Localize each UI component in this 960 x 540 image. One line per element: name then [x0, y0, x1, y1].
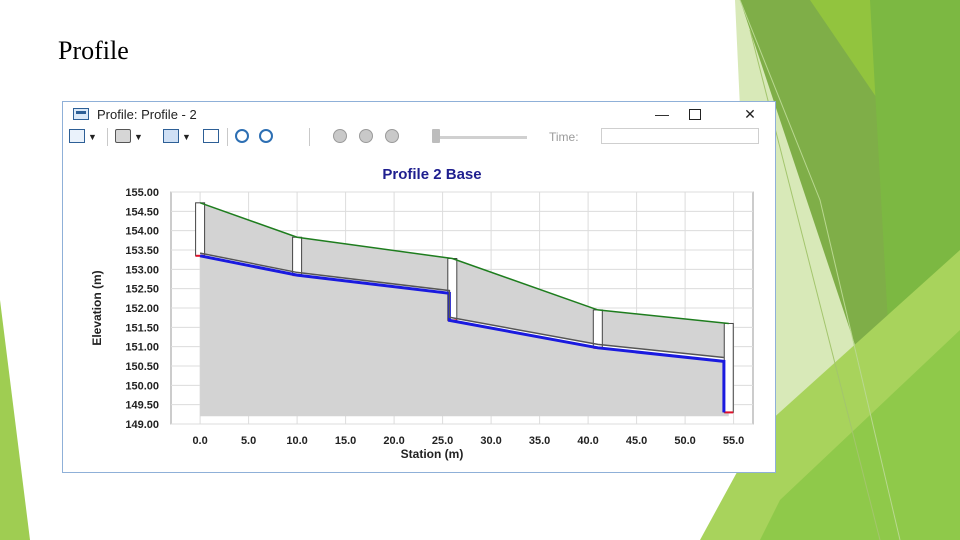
y-tick-label: 152.50: [125, 284, 159, 296]
y-tick-label: 155.00: [125, 187, 159, 199]
x-tick-label: 10.0: [286, 435, 307, 447]
x-tick-label: 40.0: [577, 435, 598, 447]
chart-title: Profile 2 Base: [382, 166, 481, 183]
minimize-button[interactable]: —: [648, 104, 676, 124]
toolbar-divider: [227, 128, 228, 146]
x-tick-label: 45.0: [626, 435, 647, 447]
print-icon[interactable]: [115, 129, 131, 143]
chevron-down-icon[interactable]: ▼: [88, 129, 97, 145]
y-tick-label: 153.50: [125, 245, 159, 257]
x-tick-label: 15.0: [335, 435, 356, 447]
y-tick-label: 151.50: [125, 322, 159, 334]
y-tick-label: 152.00: [125, 303, 159, 315]
x-tick-label: 5.0: [241, 435, 256, 447]
x-tick-label: 0.0: [192, 435, 207, 447]
structure-mark: [723, 322, 734, 413]
export-icon[interactable]: [163, 129, 179, 143]
toolbar: ▼ ▼ ▼ Time:: [63, 126, 775, 148]
structure-mark: [195, 202, 206, 257]
copy-icon[interactable]: [203, 129, 219, 143]
x-axis-label: Station (m): [401, 447, 464, 461]
profile-chart: Profile 2 Base 149.00 149.50 150.00 150.50 15…: [90, 166, 754, 461]
time-input[interactable]: [601, 128, 759, 144]
slide-title: Profile: [58, 36, 129, 65]
close-button[interactable]: ✕: [736, 104, 764, 124]
x-tick-label: 50.0: [674, 435, 695, 447]
window-title: Profile: Profile - 2: [97, 107, 197, 122]
y-tick-label: 151.00: [125, 342, 159, 354]
profile-app-icon: [73, 108, 89, 120]
y-tick-label: 150.50: [125, 361, 159, 373]
y-tick-label: 154.00: [125, 226, 159, 238]
rewind-icon[interactable]: [333, 129, 347, 143]
chevron-down-icon[interactable]: ▼: [182, 129, 191, 145]
chevron-down-icon[interactable]: ▼: [134, 129, 143, 145]
x-tick-label: 20.0: [383, 435, 404, 447]
x-tick-label: 30.0: [480, 435, 501, 447]
y-tick-label: 149.00: [125, 419, 159, 431]
pause-icon[interactable]: [359, 129, 373, 143]
x-tick-label: 25.0: [432, 435, 453, 447]
y-tick-label: 153.00: [125, 264, 159, 276]
time-label: Time:: [549, 130, 579, 144]
toolbar-divider: [309, 128, 310, 146]
y-tick-label: 150.00: [125, 380, 159, 392]
y-tick-label: 149.50: [125, 400, 159, 412]
maximize-button[interactable]: [681, 104, 709, 124]
profile-window: Profile: Profile - 2 — ✕ ▼ ▼ ▼ Time: Pro…: [62, 101, 776, 473]
chart-area: Profile 2 Base 149.00 149.50 150.00 150.50 15…: [63, 148, 775, 472]
layers-icon[interactable]: [69, 129, 85, 143]
time-slider-thumb[interactable]: [432, 129, 440, 143]
structure-mark: [292, 236, 303, 276]
structure-mark: [592, 309, 603, 349]
play-icon[interactable]: [385, 129, 399, 143]
toolbar-divider: [107, 128, 108, 146]
x-tick-label: 55.0: [723, 435, 744, 447]
maximize-icon: [689, 109, 701, 120]
zoom-out-icon[interactable]: [259, 129, 273, 143]
y-axis-label: Elevation (m): [90, 270, 104, 345]
y-tick-label: 154.50: [125, 206, 159, 218]
zoom-in-icon[interactable]: [235, 129, 249, 143]
title-bar[interactable]: Profile: Profile - 2 — ✕: [63, 102, 775, 126]
time-slider-track[interactable]: [435, 136, 527, 139]
x-tick-label: 35.0: [529, 435, 550, 447]
